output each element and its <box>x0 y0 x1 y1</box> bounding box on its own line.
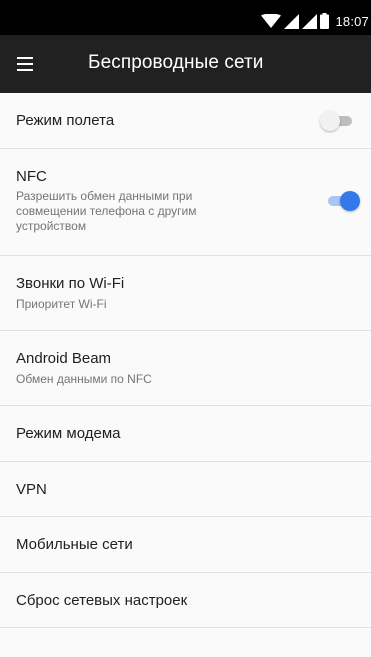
setting-title: Мобильные сети <box>16 536 133 553</box>
status-time: 18:07 <box>335 13 369 29</box>
setting-nfc[interactable]: NFC Разрешить обмен данными при совмещен… <box>0 149 371 256</box>
setting-title: Android Beam <box>16 350 112 367</box>
setting-mobile-networks[interactable]: Мобильные сети <box>0 517 371 573</box>
setting-title: Сброс сетевых настроек <box>16 592 188 609</box>
nfc-toggle[interactable] <box>326 191 360 211</box>
setting-wifi-calling[interactable]: Звонки по Wi-Fi Приоритет Wi-Fi <box>0 256 371 331</box>
airplane-mode-toggle[interactable] <box>320 111 354 131</box>
setting-summary: Разрешить обмен данными при совмещении т… <box>16 189 197 233</box>
setting-title: Режим полета <box>16 112 115 129</box>
setting-vpn[interactable]: VPN <box>0 462 371 517</box>
setting-summary: Приоритет Wi-Fi <box>16 297 107 311</box>
setting-tethering[interactable]: Режим модема <box>0 406 371 462</box>
setting-network-reset[interactable]: Сброс сетевых настроек <box>0 573 371 628</box>
setting-title: NFC <box>16 168 47 185</box>
setting-title: Звонки по Wi-Fi <box>16 275 125 292</box>
battery-icon <box>320 13 330 29</box>
signal-icon <box>284 13 300 29</box>
status-icons: 18:07 <box>261 12 369 30</box>
setting-title: Режим модема <box>16 425 121 442</box>
app-bar: Беспроводные сети <box>0 35 371 93</box>
setting-airplane-mode[interactable]: Режим полета <box>0 93 371 149</box>
setting-summary: Обмен данными по NFC <box>16 372 152 386</box>
page-title: Беспроводные сети <box>88 52 264 73</box>
setting-android-beam[interactable]: Android Beam Обмен данными по NFC <box>0 331 371 406</box>
menu-icon[interactable] <box>13 51 39 77</box>
signal-icon <box>302 13 318 29</box>
setting-title: VPN <box>16 481 47 498</box>
wifi-icon <box>261 13 282 28</box>
status-bar: 18:07 <box>0 0 371 35</box>
